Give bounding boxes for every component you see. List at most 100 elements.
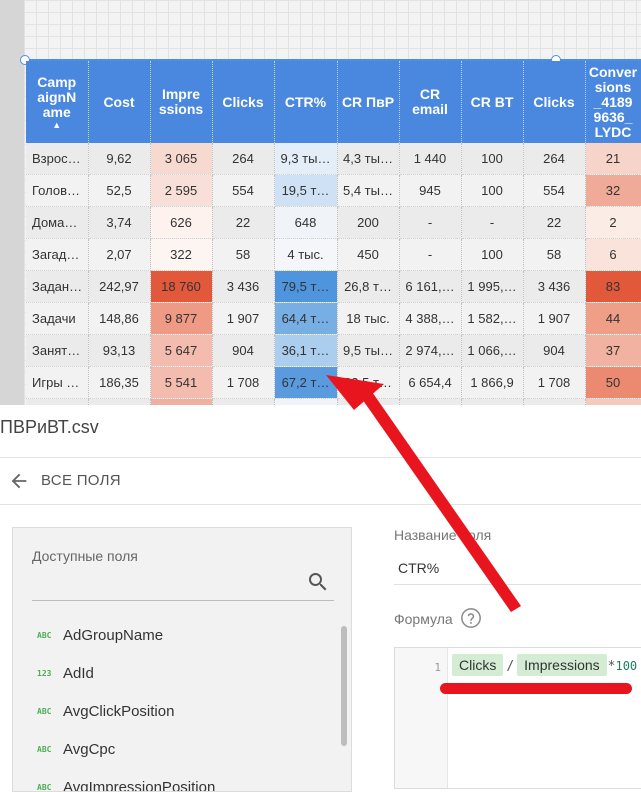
table-cell[interactable]: 5 541: [150, 366, 213, 399]
table-cell[interactable]: 6 654,4: [399, 366, 462, 399]
column-header-cr-bt[interactable]: CR BT: [461, 61, 524, 143]
table-row[interactable]: Занят… 93,13 5 647 904 36,1 т… 9,5 ты… 2 974,……: [26, 334, 641, 367]
table-cell[interactable]: 44: [585, 302, 641, 335]
table-cell[interactable]: 904: [523, 334, 586, 367]
table-cell[interactable]: 22: [212, 206, 275, 239]
table-cell[interactable]: 4 388,…: [399, 302, 462, 335]
search-icon[interactable]: [306, 570, 330, 594]
table-cell[interactable]: 1 440: [399, 143, 462, 175]
table-cell[interactable]: 2: [585, 206, 641, 239]
table-row[interactable]: Голов… 52,5 2 595 554 19,5 т… 5,4 ты… 945 100 55…: [26, 174, 641, 207]
table-cell[interactable]: 100: [461, 143, 524, 175]
table-cell[interactable]: 1 995,…: [461, 270, 524, 303]
table-cell[interactable]: 1 066,…: [461, 334, 524, 367]
table-cell[interactable]: 148,86: [88, 302, 151, 335]
table-row[interactable]: Задан… 242,97 18 760 3 436 79,5 т… 26,8 т… 6 1…: [26, 270, 641, 303]
table-cell[interactable]: 5 647: [150, 334, 213, 367]
table-cell[interactable]: 3 436: [212, 270, 275, 303]
all-fields-label[interactable]: ВСЕ ПОЛЯ: [41, 472, 121, 489]
table-cell[interactable]: 1 582,…: [461, 302, 524, 335]
table-cell[interactable]: 9,62: [88, 143, 151, 175]
column-header-cr-pvr[interactable]: CR ПвР: [337, 61, 400, 143]
data-table[interactable]: Camp aignN ame ▲ Cost Impre ssions Clicks…: [26, 61, 641, 405]
table-cell[interactable]: 1 907: [523, 302, 586, 335]
campaign-name-cell[interactable]: Занят…: [26, 334, 89, 367]
column-header-clicks[interactable]: Clicks: [212, 61, 275, 143]
campaign-name-cell[interactable]: Загад…: [26, 238, 89, 271]
campaign-name-cell[interactable]: Игры …: [26, 366, 89, 399]
table-cell[interactable]: 23,5 т…: [337, 366, 400, 399]
table-cell[interactable]: 18 760: [150, 270, 213, 303]
back-arrow-icon[interactable]: [8, 470, 30, 492]
table-cell[interactable]: 37: [585, 334, 641, 367]
campaign-name-cell[interactable]: Взрос…: [26, 143, 89, 175]
table-cell[interactable]: 9,5 ты…: [337, 334, 400, 367]
table-cell[interactable]: 67,2 т…: [274, 366, 338, 399]
field-item-avgimpressionposition[interactable]: ABC AvgImpressionPosition: [13, 774, 333, 791]
table-cell[interactable]: 100: [461, 238, 524, 271]
table-cell[interactable]: -: [399, 238, 462, 271]
table-cell[interactable]: 626: [150, 206, 213, 239]
field-item-avgclickposition[interactable]: ABC AvgClickPosition: [13, 698, 333, 730]
table-cell[interactable]: 36,1 т…: [274, 334, 338, 367]
table-cell[interactable]: 4 тыс.: [274, 238, 338, 271]
field-item-avgcpc[interactable]: ABC AvgCpc: [13, 736, 333, 768]
table-cell[interactable]: 100: [461, 174, 524, 207]
field-chip-impressions[interactable]: Impressions: [517, 654, 607, 676]
table-cell[interactable]: 4,3 ты…: [337, 143, 400, 175]
table-cell[interactable]: 450: [337, 238, 400, 271]
formula-line[interactable]: Clicks / Impressions *100: [452, 654, 637, 678]
table-cell[interactable]: 264: [523, 143, 586, 175]
table-cell[interactable]: -: [399, 206, 462, 239]
table-cell[interactable]: 945: [399, 174, 462, 207]
column-header-cost[interactable]: Cost: [88, 61, 151, 143]
table-cell[interactable]: 64,4 т…: [274, 302, 338, 335]
table-cell[interactable]: 242,97: [88, 270, 151, 303]
table-cell[interactable]: 648: [274, 206, 338, 239]
table-cell[interactable]: 58: [212, 238, 275, 271]
table-cell[interactable]: 264: [212, 143, 275, 175]
table-row[interactable]: Задачи 148,86 9 877 1 907 64,4 т… 18 тыс. 4 38…: [26, 302, 641, 335]
table-cell[interactable]: 5,4 ты…: [337, 174, 400, 207]
table-cell[interactable]: 21: [585, 143, 641, 175]
table-cell[interactable]: 3 436: [523, 270, 586, 303]
field-name-input[interactable]: [394, 551, 641, 585]
column-header-campaign-name[interactable]: Camp aignN ame ▲: [26, 61, 89, 143]
table-cell[interactable]: 2 595: [150, 174, 213, 207]
column-header-clicks-2[interactable]: Clicks: [523, 61, 586, 143]
table-cell[interactable]: 19,5 т…: [274, 174, 338, 207]
table-cell[interactable]: 93,13: [88, 334, 151, 367]
table-cell[interactable]: 83: [585, 270, 641, 303]
table-cell[interactable]: 186,35: [88, 366, 151, 399]
campaign-name-cell[interactable]: Дома…: [26, 206, 89, 239]
campaign-name-cell[interactable]: Задачи: [26, 302, 89, 335]
table-cell[interactable]: 1 907: [212, 302, 275, 335]
column-header-impressions[interactable]: Impre ssions: [150, 61, 213, 143]
table-row[interactable]: Взрос… 9,62 3 065 264 9,3 ты… 4,3 ты… 1 440 100…: [26, 143, 641, 175]
table-cell[interactable]: 32: [585, 174, 641, 207]
table-cell[interactable]: 1 708: [212, 366, 275, 399]
campaign-name-cell[interactable]: Голов…: [26, 174, 89, 207]
field-item-adid[interactable]: 123 AdId: [13, 660, 333, 692]
table-cell[interactable]: 6 161,…: [399, 270, 462, 303]
table-cell[interactable]: 554: [212, 174, 275, 207]
table-cell[interactable]: 79,5 т…: [274, 270, 338, 303]
table-cell[interactable]: 200: [337, 206, 400, 239]
formula-editor[interactable]: 1 Clicks / Impressions *100: [394, 647, 641, 789]
table-cell[interactable]: 2,07: [88, 238, 151, 271]
column-header-cr-email[interactable]: CR email: [399, 61, 462, 143]
fields-scrollbar[interactable]: [341, 626, 347, 746]
table-cell[interactable]: 26,8 т…: [337, 270, 400, 303]
table-cell[interactable]: -: [461, 206, 524, 239]
table-cell[interactable]: 22: [523, 206, 586, 239]
column-header-conversions[interactable]: Conver sions _4189 9636_ LYDC: [585, 61, 641, 143]
table-cell[interactable]: 50: [585, 366, 641, 399]
search-field-underline[interactable]: [32, 600, 334, 601]
column-header-ctr[interactable]: CTR%: [274, 61, 338, 143]
table-cell[interactable]: 52,5: [88, 174, 151, 207]
table-cell[interactable]: 9,3 ты…: [274, 143, 338, 175]
table-cell[interactable]: 3,74: [88, 206, 151, 239]
all-fields-back-link[interactable]: ВСЕ ПОЛЯ: [0, 458, 641, 504]
field-item-adgroupname[interactable]: ABC AdGroupName: [13, 622, 333, 654]
table-row[interactable]: Загад… 2,07 322 58 4 тыс. 450-100 58 6: [26, 238, 641, 271]
